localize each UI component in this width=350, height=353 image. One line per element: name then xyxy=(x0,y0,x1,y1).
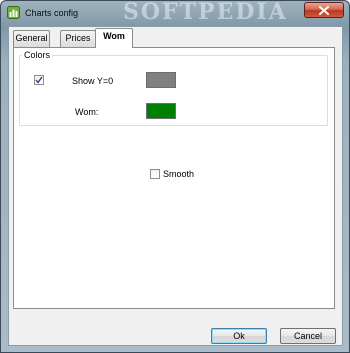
watermark-text: SOFTPEDIA xyxy=(123,0,288,25)
show-y0-label: Show Y=0 xyxy=(72,76,114,86)
cancel-button[interactable]: Cancel xyxy=(280,328,336,344)
ok-button-label: Ok xyxy=(233,331,245,341)
tab-general-label: General xyxy=(15,33,48,43)
chart-app-icon xyxy=(7,6,20,19)
checkmark-icon xyxy=(35,76,43,84)
tab-general[interactable]: General xyxy=(13,30,50,47)
cancel-button-label: Cancel xyxy=(293,331,322,341)
colors-groupbox: Colors Show Y=0 Wom: xyxy=(19,50,328,126)
smooth-label: Smooth xyxy=(163,169,195,179)
tab-prices-label: Prices xyxy=(65,33,91,43)
show-y0-color-swatch[interactable] xyxy=(146,72,176,88)
smooth-checkbox[interactable] xyxy=(150,169,160,179)
window-title: Charts config xyxy=(25,8,79,18)
dialog-client-area: General Prices Wom Colors Show Y=0 Wom: xyxy=(8,26,343,346)
ok-button[interactable]: Ok xyxy=(211,328,267,344)
tab-prices[interactable]: Prices xyxy=(60,30,96,47)
wom-color-swatch[interactable] xyxy=(146,103,176,119)
colors-group-title: Colors xyxy=(22,50,53,60)
title-bar[interactable]: Charts config SOFTPEDIA xyxy=(1,1,349,25)
charts-config-window: Charts config SOFTPEDIA General Prices W… xyxy=(0,0,350,353)
wom-color-label: Wom: xyxy=(75,107,99,117)
wom-tab-panel: Colors Show Y=0 Wom: Smooth xyxy=(13,47,335,309)
show-y0-checkbox[interactable] xyxy=(34,75,44,85)
close-icon xyxy=(319,6,329,15)
tab-wom[interactable]: Wom xyxy=(95,28,133,48)
close-button[interactable] xyxy=(304,2,344,18)
tab-wom-label: Wom xyxy=(103,31,125,41)
